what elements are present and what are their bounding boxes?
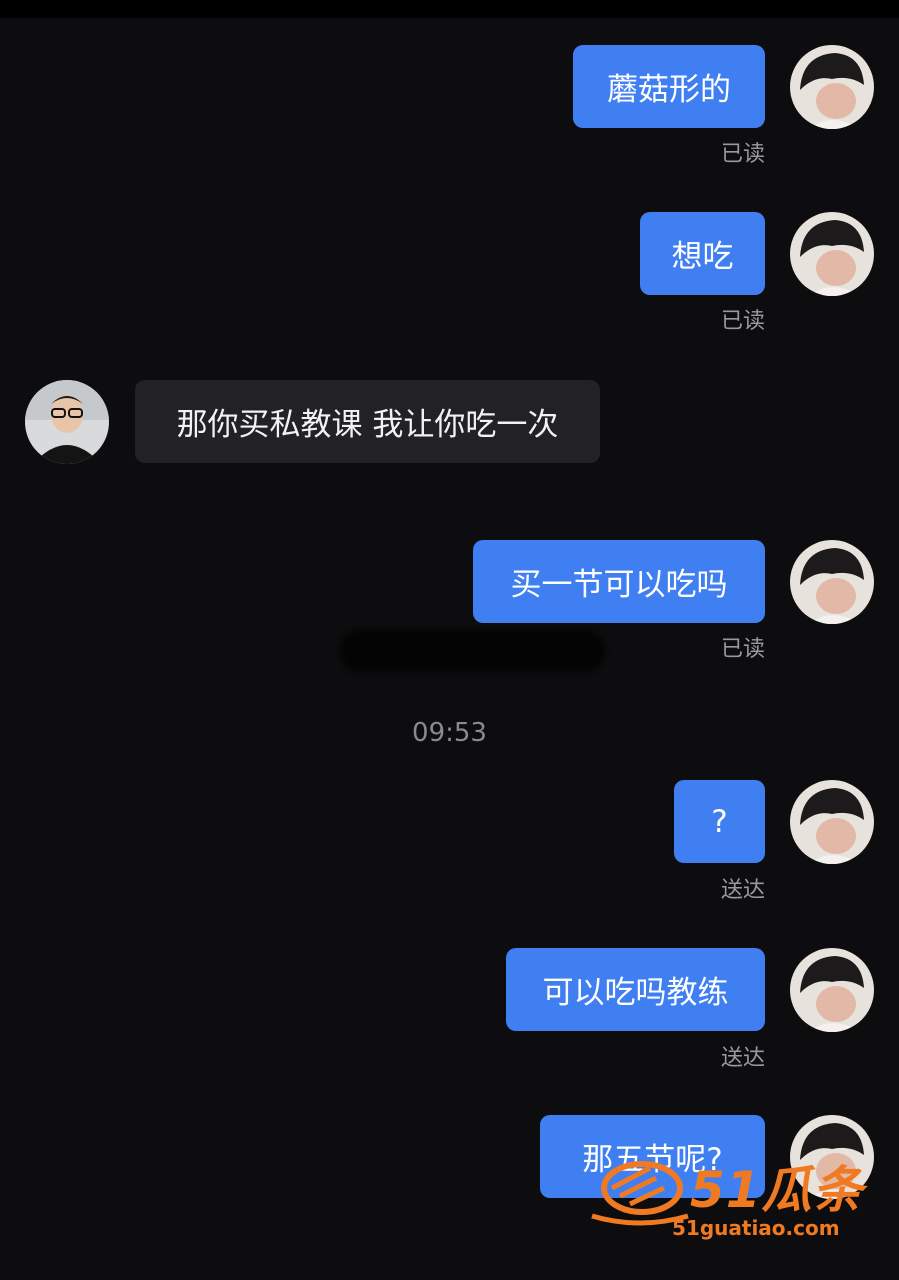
message-bubble-sent[interactable]: 想吃 [640, 212, 765, 295]
message-bubble-sent[interactable]: 买一节可以吃吗 [473, 540, 765, 623]
watermark: 51瓜条 51guatiao.com [590, 1150, 880, 1245]
message-bubble-sent[interactable]: 蘑菇形的 [573, 45, 765, 128]
redaction-scribble [340, 630, 605, 672]
contact-avatar[interactable] [25, 380, 109, 464]
read-status: 已读 [720, 142, 765, 167]
read-status: 已读 [720, 637, 765, 662]
watermark-brand: 51瓜条 [690, 1161, 864, 1219]
my-avatar[interactable] [790, 45, 874, 129]
status-bar [0, 0, 899, 18]
my-avatar[interactable] [790, 780, 874, 864]
my-avatar[interactable] [790, 948, 874, 1032]
message-bubble-sent[interactable]: 可以吃吗教练 [506, 948, 765, 1031]
read-status: 已读 [720, 309, 765, 334]
my-avatar[interactable] [790, 540, 874, 624]
message-bubble-received[interactable]: 那你买私教课 我让你吃一次 [135, 380, 600, 463]
delivered-status: 送达 [720, 878, 765, 903]
delivered-status: 送达 [720, 1046, 765, 1071]
message-bubble-sent[interactable]: ? [674, 780, 765, 863]
watermark-url: 51guatiao.com [672, 1216, 840, 1240]
chat-timestamp: 09:53 [412, 718, 487, 748]
my-avatar[interactable] [790, 212, 874, 296]
